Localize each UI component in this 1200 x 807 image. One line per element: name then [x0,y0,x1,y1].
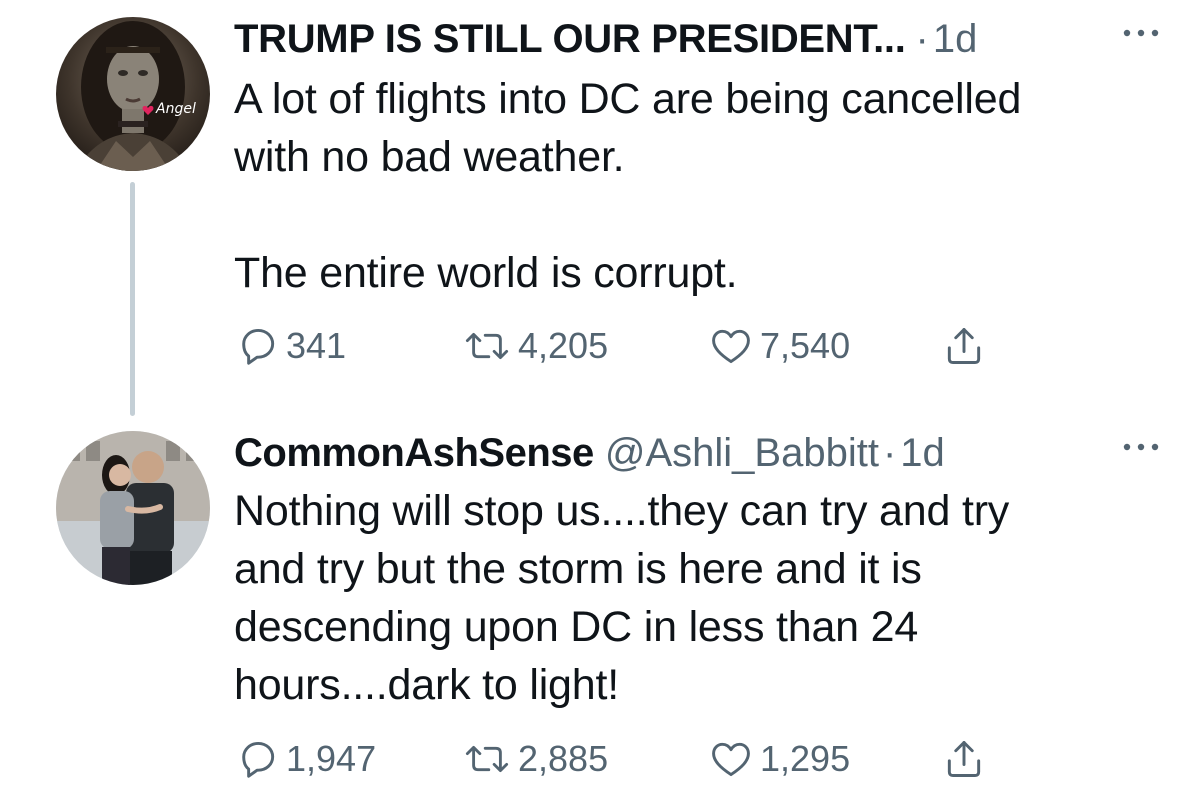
tweet-text: Nothing will stop us....they can try and… [234,487,1010,709]
retweet-icon [465,332,509,360]
avatar[interactable]: Angel [56,17,210,171]
share-icon [947,741,981,777]
timestamp[interactable]: 1d [933,17,978,61]
like-button[interactable]: 1,295 [708,734,850,784]
separator-dot: · [915,17,929,61]
separator-dot: · [882,431,897,475]
reply-icon [242,741,275,778]
svg-text:Angel: Angel [155,101,196,117]
tweet[interactable]: CommonAshSense @Ashli_Babbitt · 1d Nothing… [0,420,1200,807]
like-count: 1,295 [760,738,851,779]
retweet-button[interactable]: 4,205 [462,321,608,371]
retweet-icon [465,745,509,773]
more-options-icon[interactable] [1122,440,1160,454]
tweet-text: A lot of flights into DC are being cance… [234,75,1022,297]
timestamp[interactable]: 1d [900,431,945,475]
tweet-actions: 1,947 2,885 1,295 [234,734,994,784]
tweet-actions: 341 4,205 7,540 [234,321,994,371]
heart-icon [712,742,750,777]
like-button[interactable]: 7,540 [708,321,850,371]
reply-count: 1,947 [286,738,377,779]
like-count: 7,540 [760,325,851,366]
display-name[interactable]: TRUMP IS STILL OUR PRESIDENT... [234,17,906,61]
share-icon [947,328,981,364]
share-button[interactable] [942,321,986,371]
retweet-count: 4,205 [518,325,609,366]
more-options-icon[interactable] [1122,26,1160,40]
reply-button[interactable]: 341 [236,321,346,371]
retweet-button[interactable]: 2,885 [462,734,608,784]
display-name[interactable]: CommonAshSense [234,431,594,475]
retweet-count: 2,885 [518,738,609,779]
reply-count: 341 [286,325,347,366]
avatar[interactable] [56,431,210,585]
reply-icon [242,328,275,365]
tweet[interactable]: Angel TRUMP IS STILL OUR PRESIDENT... · 1d… [0,0,1200,420]
share-button[interactable] [942,734,986,784]
tweet-header: CommonAshSense @Ashli_Babbitt · 1d [234,428,1160,478]
tweet-header: TRUMP IS STILL OUR PRESIDENT... · 1d [234,14,1160,64]
user-handle[interactable]: @Ashli_Babbitt [605,431,879,475]
reply-button[interactable]: 1,947 [236,734,376,784]
heart-icon [712,329,750,364]
